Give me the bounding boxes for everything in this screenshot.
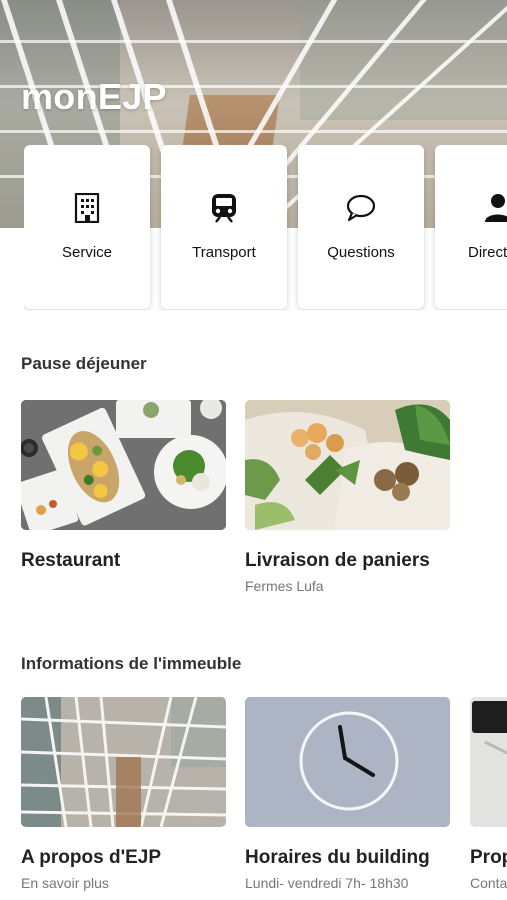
section-title-building: Informations de l'immeuble — [21, 654, 242, 673]
basket-delivery-image — [245, 400, 450, 530]
quick-action-service[interactable]: Service — [24, 145, 150, 309]
building-icon — [24, 193, 150, 223]
card-title: Propriété — [470, 847, 507, 868]
card-subtitle: Lundi- vendredi 7h- 18h30 — [245, 875, 409, 891]
app-title: monEJP — [21, 76, 167, 117]
about-ejp-image — [21, 697, 226, 827]
card-title: A propos d'EJP — [21, 847, 161, 868]
card-basket-delivery[interactable]: Livraison de paniers Fermes Lufa — [245, 400, 450, 594]
person-icon — [435, 193, 507, 223]
property-image — [470, 697, 507, 827]
quick-action-label: Service — [61, 244, 113, 261]
card-subtitle: Contact — [470, 875, 507, 891]
quick-action-transport[interactable]: Transport — [161, 145, 287, 309]
card-title: Livraison de paniers — [245, 550, 430, 571]
card-restaurant[interactable]: Restaurant — [21, 400, 226, 572]
quick-action-label: Directory — [467, 244, 507, 261]
card-property[interactable]: Propriété Contact — [470, 697, 507, 891]
restaurant-image — [21, 400, 226, 530]
quick-action-label: Transport — [192, 244, 256, 261]
card-about-ejp[interactable]: A propos d'EJP En savoir plus — [21, 697, 226, 891]
quick-action-label: Questions — [327, 244, 395, 261]
quick-action-directory[interactable]: Directory — [435, 145, 507, 309]
card-title: Horaires du building — [245, 847, 430, 868]
section-title-lunch: Pause déjeuner — [21, 354, 147, 373]
building-hours-image — [245, 697, 450, 827]
chat-bubble-icon — [298, 193, 424, 223]
quick-action-questions[interactable]: Questions — [298, 145, 424, 309]
quick-actions-row: Service Transport Questions Directory — [24, 145, 507, 310]
card-subtitle: En savoir plus — [21, 875, 109, 891]
card-building-hours[interactable]: Horaires du building Lundi- vendredi 7h-… — [245, 697, 450, 891]
card-subtitle: Fermes Lufa — [245, 578, 324, 594]
train-icon — [161, 193, 287, 223]
building-cards-row: A propos d'EJP En savoir plus Horaires d… — [0, 697, 507, 900]
card-title: Restaurant — [21, 550, 121, 571]
